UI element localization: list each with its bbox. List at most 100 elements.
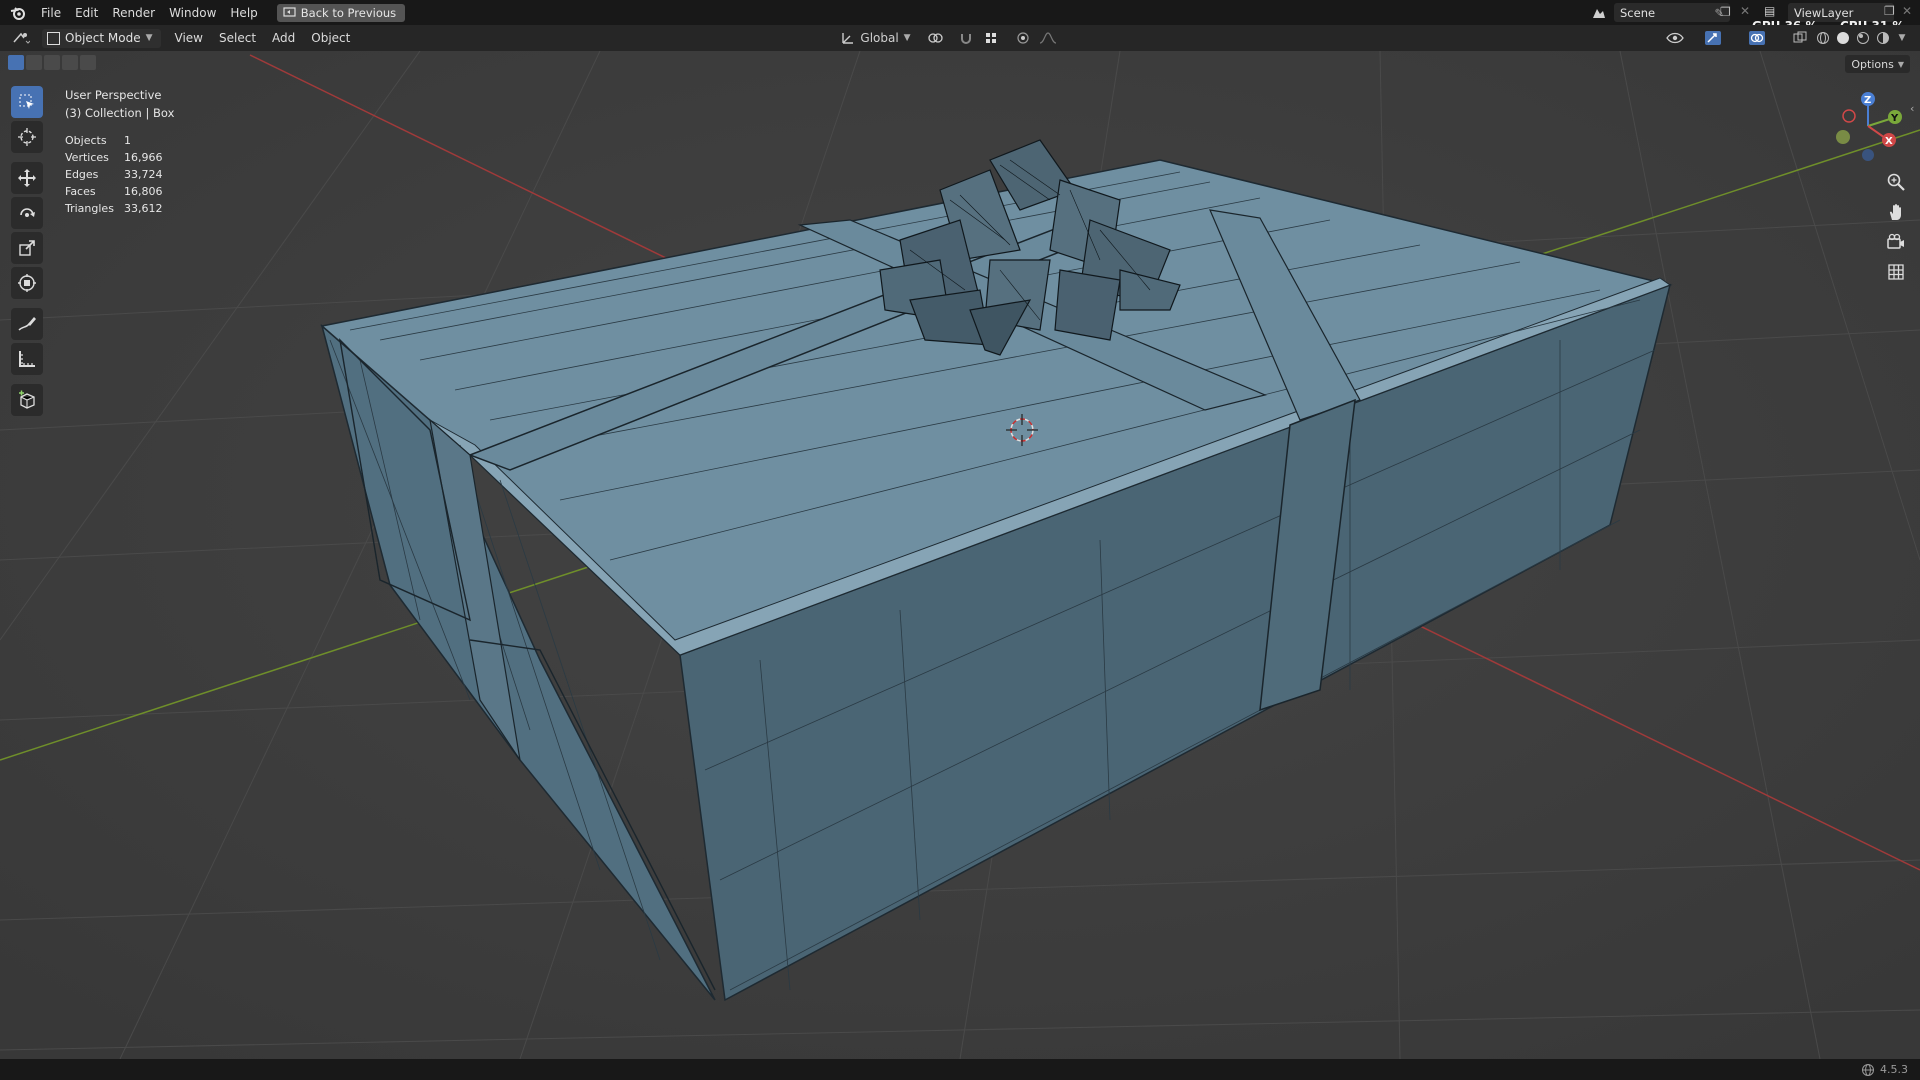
stat-row: Faces 16,806 <box>65 183 163 200</box>
xray-icon[interactable] <box>1790 28 1810 48</box>
sidebar-toggle-icon[interactable]: ‹ <box>1910 102 1920 116</box>
orientation-icon <box>842 33 854 44</box>
globe-icon <box>1862 1063 1874 1076</box>
cursor-icon <box>18 128 36 146</box>
gizmo-neg-z-dot[interactable] <box>1862 149 1874 161</box>
shading-wireframe-icon[interactable] <box>1814 28 1832 48</box>
pan-view-button[interactable] <box>1882 198 1910 226</box>
gizmo-y-label: Y <box>1890 113 1899 124</box>
options-label: Options <box>1851 57 1894 71</box>
new-scene-icon[interactable]: ❐ <box>1720 5 1736 20</box>
ortho-toggle-button[interactable] <box>1882 258 1910 286</box>
scene-selector[interactable]: Scene ✎ <box>1614 3 1730 22</box>
view-layer-icon[interactable]: ▤ <box>1764 4 1786 20</box>
camera-view-button[interactable] <box>1882 228 1910 256</box>
snap-increment-icon[interactable] <box>978 28 1004 48</box>
back-to-previous-label: Back to Previous <box>300 5 397 20</box>
select-mode-group <box>8 55 96 70</box>
transform-orientation-dropdown[interactable]: Global ▼ <box>836 28 916 48</box>
options-dropdown[interactable]: Options ▼ <box>1845 55 1910 73</box>
object-mode-label: Object Mode <box>65 31 141 45</box>
menu-add[interactable]: Add <box>264 31 303 45</box>
stat-key: Vertices <box>65 151 109 164</box>
editor-type-icon[interactable] <box>6 28 36 48</box>
tool-annotate[interactable] <box>11 308 43 340</box>
tool-shelf <box>8 86 46 419</box>
menu-file[interactable]: File <box>34 6 68 20</box>
delete-scene-icon[interactable]: ✕ <box>1740 4 1756 19</box>
select-box-icon <box>19 94 34 109</box>
stat-key: Faces <box>65 185 96 198</box>
zoom-view-button[interactable] <box>1882 168 1910 196</box>
back-to-previous-button[interactable]: Back to Previous <box>276 3 406 22</box>
tool-transform[interactable] <box>11 267 43 299</box>
select-new-button[interactable] <box>8 55 24 70</box>
stat-key: Objects <box>65 134 107 147</box>
stat-value: 33,612 <box>124 202 163 215</box>
stat-key: Triangles <box>65 202 114 215</box>
add-cube-icon <box>19 390 35 409</box>
shading-options-icon[interactable]: ▼ <box>1894 28 1910 48</box>
camera-icon <box>1887 233 1904 249</box>
stat-value: 16,806 <box>124 185 163 198</box>
falloff-icon[interactable] <box>1034 28 1064 48</box>
menu-select[interactable]: Select <box>211 31 264 45</box>
3d-viewport[interactable]: Z Y X <box>0 51 1920 1059</box>
visibility-icon[interactable] <box>1660 28 1690 48</box>
object-mode-dropdown[interactable]: Object Mode ▼ <box>42 28 161 48</box>
select-intersect-button[interactable] <box>80 55 96 70</box>
menu-object[interactable]: Object <box>303 31 358 45</box>
select-extend-button[interactable] <box>26 55 42 70</box>
new-view-layer-icon[interactable]: ❐ <box>1884 4 1900 18</box>
viewport-scene: Z Y X <box>0 51 1920 1059</box>
rotate-icon <box>20 208 35 217</box>
menu-window[interactable]: Window <box>162 6 223 20</box>
scene-icon[interactable] <box>1586 3 1612 22</box>
overlays-icon[interactable] <box>1742 28 1772 48</box>
snap-icon[interactable] <box>956 28 976 48</box>
shading-material-icon[interactable] <box>1854 28 1872 48</box>
chevron-down-icon: ▼ <box>1897 59 1904 69</box>
status-bar: 4.5.3 <box>0 1059 1920 1080</box>
move-icon <box>18 169 36 187</box>
grid-icon <box>1888 264 1904 280</box>
tool-rotate[interactable] <box>11 197 43 229</box>
menu-render[interactable]: Render <box>105 6 162 20</box>
object-mode-icon <box>47 31 60 45</box>
stat-value: 33,724 <box>124 168 163 181</box>
shading-solid-icon[interactable] <box>1834 28 1852 48</box>
gizmo-neg-y-dot[interactable] <box>1836 130 1850 144</box>
tool-measure[interactable] <box>11 343 43 375</box>
proportional-editing-icon[interactable] <box>1014 28 1032 48</box>
pivot-point-icon[interactable] <box>922 28 950 48</box>
gizmo-toggle-icon[interactable] <box>1698 28 1728 48</box>
select-invert-button[interactable] <box>62 55 78 70</box>
stat-row: Objects 1 <box>65 132 163 149</box>
blender-logo-icon[interactable] <box>8 3 28 23</box>
stat-row: Edges 33,724 <box>65 166 163 183</box>
tool-cursor[interactable] <box>11 121 43 153</box>
tool-add-cube[interactable] <box>11 384 43 416</box>
transform-icon <box>18 274 36 292</box>
tool-scale[interactable] <box>11 232 43 264</box>
measure-icon <box>19 351 35 367</box>
menu-help[interactable]: Help <box>223 6 264 20</box>
scale-icon <box>19 240 35 256</box>
version-label: 4.5.3 <box>1880 1063 1908 1076</box>
zoom-icon <box>1887 173 1905 191</box>
stat-row: Vertices 16,966 <box>65 149 163 166</box>
gizmo-z-label: Z <box>1864 95 1871 106</box>
screen-icon <box>283 7 296 17</box>
menu-edit[interactable]: Edit <box>68 6 105 20</box>
delete-view-layer-icon[interactable]: ✕ <box>1902 4 1916 18</box>
tool-select-box[interactable] <box>11 86 43 118</box>
menu-view[interactable]: View <box>167 31 211 45</box>
tool-move[interactable] <box>11 162 43 194</box>
stat-row: Triangles 33,612 <box>65 200 163 217</box>
scene-label: Scene <box>1620 5 1656 20</box>
select-subtract-button[interactable] <box>44 55 60 70</box>
stat-value: 16,966 <box>124 151 163 164</box>
gizmo-x-label: X <box>1885 136 1893 147</box>
collection-label: (3) Collection | Box <box>65 106 175 120</box>
shading-rendered-icon[interactable] <box>1874 28 1892 48</box>
